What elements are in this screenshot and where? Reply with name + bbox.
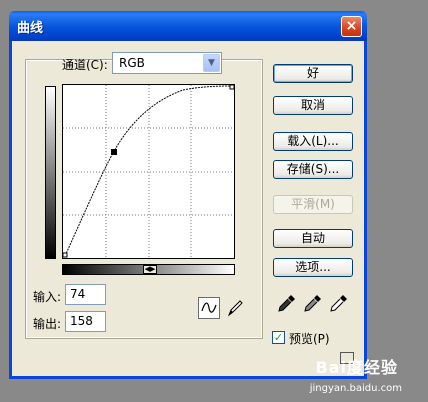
gray-eyedropper-icon[interactable] — [302, 292, 324, 314]
input-field[interactable]: 74 — [65, 284, 106, 305]
curve-svg[interactable] — [63, 85, 234, 258]
watermark-brand: Bai度经验 — [315, 358, 398, 377]
output-gradient-bar — [45, 86, 56, 259]
gradient-toggle-icon[interactable]: ◀▶ — [143, 265, 157, 274]
load-button[interactable]: 载入(L)... — [273, 132, 353, 151]
grid-lines — [63, 85, 234, 258]
close-button[interactable]: × — [341, 16, 362, 37]
channel-label: 通道(C): — [62, 58, 108, 72]
input-gradient-bar: ◀▶ — [62, 264, 235, 275]
chevron-down-icon[interactable]: ▼ — [203, 54, 220, 72]
black-eyedropper-icon[interactable] — [276, 292, 298, 314]
cancel-button[interactable]: 取消 — [273, 96, 353, 115]
auto-button[interactable]: 自动 — [273, 229, 353, 248]
curve-endpoint-white — [229, 85, 234, 90]
curve-endpoint-black — [63, 252, 68, 258]
preview-checkbox[interactable]: ✓ — [272, 331, 285, 344]
smooth-button[interactable]: 平滑(M) — [273, 195, 353, 214]
pencil-icon[interactable] — [224, 297, 246, 319]
watermark-url: jingyan.baidu.com — [309, 383, 402, 394]
output-field[interactable]: 158 — [65, 311, 106, 332]
channel-select[interactable]: RGB ▼ — [112, 52, 222, 74]
curve-control-point — [111, 149, 117, 155]
curve-tool-icon[interactable] — [198, 297, 220, 319]
curve-graph[interactable] — [62, 84, 235, 259]
close-icon: × — [345, 18, 358, 34]
dialog-title: 曲线 — [17, 21, 44, 36]
options-button[interactable]: 选项... — [273, 258, 353, 277]
save-button[interactable]: 存储(S)... — [273, 160, 353, 179]
input-label: 输入: — [33, 290, 62, 304]
channel-value: RGB — [119, 56, 145, 70]
output-label: 输出: — [33, 317, 62, 331]
preview-label: 预览(P) — [289, 332, 330, 346]
title-bar[interactable]: 曲线 × — [9, 11, 367, 41]
curve-line — [64, 85, 233, 257]
ok-button[interactable]: 好 — [273, 64, 353, 83]
white-eyedropper-icon[interactable] — [328, 292, 350, 314]
